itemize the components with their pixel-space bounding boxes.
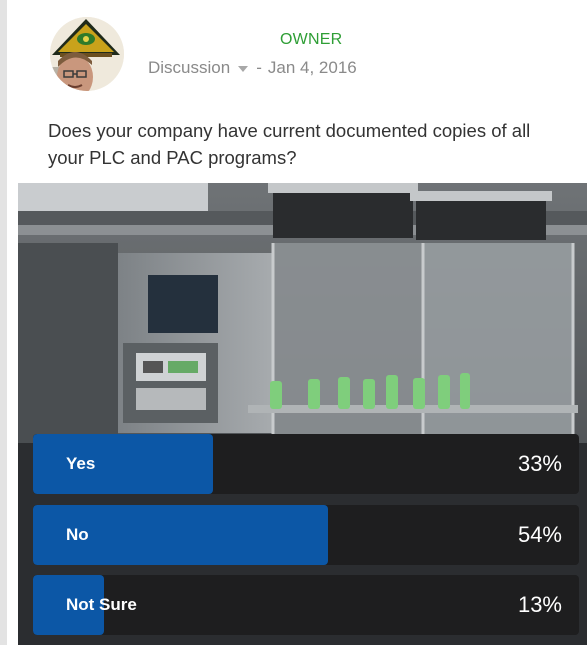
poll-bar-fill: [33, 434, 214, 494]
poll-option-label: Yes: [66, 454, 96, 473]
poll-option-percent: 54%: [517, 522, 562, 547]
poll-question: Does your company have current documente…: [48, 120, 531, 168]
chevron-down-icon[interactable]: [238, 66, 249, 72]
avatar-image: [50, 17, 124, 91]
post-date[interactable]: Jan 4, 2016: [268, 58, 357, 78]
left-border: [0, 0, 7, 645]
discussion-card: OWNER Discussion - Jan 4, 2016 Does your…: [18, 0, 587, 645]
post-type-label[interactable]: Discussion: [148, 58, 230, 78]
poll-option-yes[interactable]: Yes 33%: [33, 434, 579, 494]
poll-option-not-sure[interactable]: Not Sure 13%: [33, 575, 579, 635]
poll-image: Yes 33% No 54% Not Sure 13%: [18, 183, 587, 645]
poll-option-no[interactable]: No 54%: [33, 505, 579, 565]
poll-option-label: Not Sure: [66, 595, 137, 614]
poll-option-percent: 33%: [517, 451, 562, 476]
post-meta: Discussion - Jan 4, 2016: [148, 58, 357, 78]
poll-option-label: No: [66, 525, 89, 544]
poll-option-percent: 13%: [517, 592, 562, 617]
avatar[interactable]: [50, 17, 124, 91]
owner-badge: OWNER: [280, 31, 343, 48]
meta-separator: -: [256, 58, 262, 77]
